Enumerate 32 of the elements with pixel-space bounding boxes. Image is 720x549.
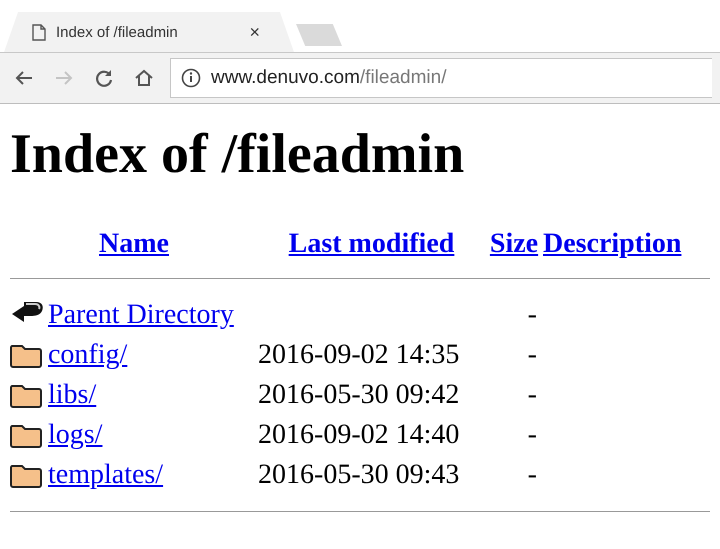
url-text: www.denuvo.com/fileadmin/ — [211, 67, 447, 89]
size-value: - — [528, 339, 537, 370]
folder-icon — [10, 462, 42, 488]
page-heading: Index of /fileadmin — [10, 122, 466, 186]
modified-date: 2016-09-02 14:35 — [258, 339, 460, 370]
column-header-link[interactable]: Last modified — [288, 228, 454, 259]
column-header-link[interactable]: Size — [490, 228, 538, 259]
column-header-link[interactable]: Name — [99, 228, 169, 259]
entry-link[interactable]: libs/ — [48, 379, 96, 410]
size-value: - — [528, 459, 537, 490]
folder-icon — [10, 382, 42, 408]
modified-date: 2016-05-30 09:43 — [258, 459, 460, 490]
modified-date: 2016-09-02 14:40 — [258, 419, 460, 450]
browser-tab[interactable]: Index of /fileadmin × — [4, 12, 294, 52]
info-icon — [181, 68, 201, 88]
column-header-link[interactable]: Description — [543, 228, 682, 259]
close-tab-button[interactable]: × — [249, 22, 260, 42]
entry-link[interactable]: logs/ — [48, 419, 102, 450]
entry-link[interactable]: Parent Directory — [48, 299, 234, 330]
modified-date: 2016-05-30 09:42 — [258, 379, 460, 410]
entry-link[interactable]: config/ — [48, 339, 128, 370]
entry-link[interactable]: templates/ — [48, 459, 164, 490]
size-value: - — [528, 299, 537, 330]
tab-title: Index of /fileadmin — [56, 24, 179, 40]
page-icon — [32, 24, 46, 40]
folder-icon — [10, 422, 42, 448]
home-icon[interactable] — [134, 68, 154, 88]
size-value: - — [528, 379, 537, 410]
size-value: - — [528, 419, 537, 450]
reload-icon[interactable] — [94, 68, 114, 88]
folder-icon — [10, 342, 42, 368]
address-bar[interactable]: www.denuvo.com/fileadmin/ — [170, 58, 712, 98]
